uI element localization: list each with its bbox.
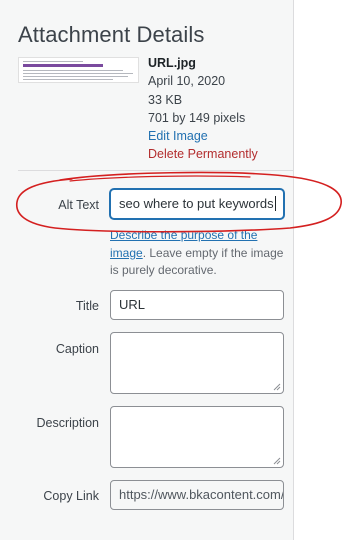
alt-text-value: seo where to put keywords <box>119 196 274 211</box>
thumbnail-line <box>23 61 83 62</box>
alt-text-input[interactable]: seo where to put keywords <box>110 189 284 219</box>
attachment-details-panel: Attachment Details URL.jpg April 10, 202… <box>0 0 294 540</box>
image-dimensions: 701 by 149 pixels <box>148 110 246 125</box>
thumbnail-heading <box>23 64 103 67</box>
file-info: URL.jpg April 10, 2020 33 KB 701 by 149 … <box>148 54 258 164</box>
thumbnail-line <box>23 73 133 74</box>
caption-label: Caption <box>55 342 99 356</box>
file-name: URL.jpg <box>148 56 196 70</box>
alt-text-help: Describe the purpose of the image. Leave… <box>110 227 290 280</box>
thumbnail-line <box>23 70 123 71</box>
resize-handle-icon[interactable] <box>273 383 281 391</box>
copy-link-input[interactable]: https://www.bkacontent.com/wp-content/up… <box>110 480 284 510</box>
copy-link-label: Copy Link <box>43 489 99 503</box>
text-caret <box>274 196 276 211</box>
file-size: 33 KB <box>148 92 183 107</box>
caption-textarea[interactable] <box>110 332 284 394</box>
title-value: URL <box>119 297 146 312</box>
divider <box>18 170 294 171</box>
description-label: Description <box>36 416 99 430</box>
title-label: Title <box>75 299 99 313</box>
alt-text-label: Alt Text <box>58 198 99 212</box>
copy-link-value: https://www.bkacontent.com/wp-content/up… <box>119 487 283 502</box>
delete-permanently-link[interactable]: Delete Permanently <box>148 145 258 163</box>
title-input[interactable]: URL <box>110 290 284 320</box>
panel-title: Attachment Details <box>18 22 205 47</box>
upload-date: April 10, 2020 <box>148 74 226 89</box>
resize-handle-icon[interactable] <box>273 457 281 465</box>
edit-image-link[interactable]: Edit Image <box>148 127 258 145</box>
attachment-thumbnail[interactable] <box>18 57 139 83</box>
description-textarea[interactable] <box>110 406 284 468</box>
thumbnail-line <box>23 79 113 80</box>
thumbnail-line <box>23 76 128 77</box>
